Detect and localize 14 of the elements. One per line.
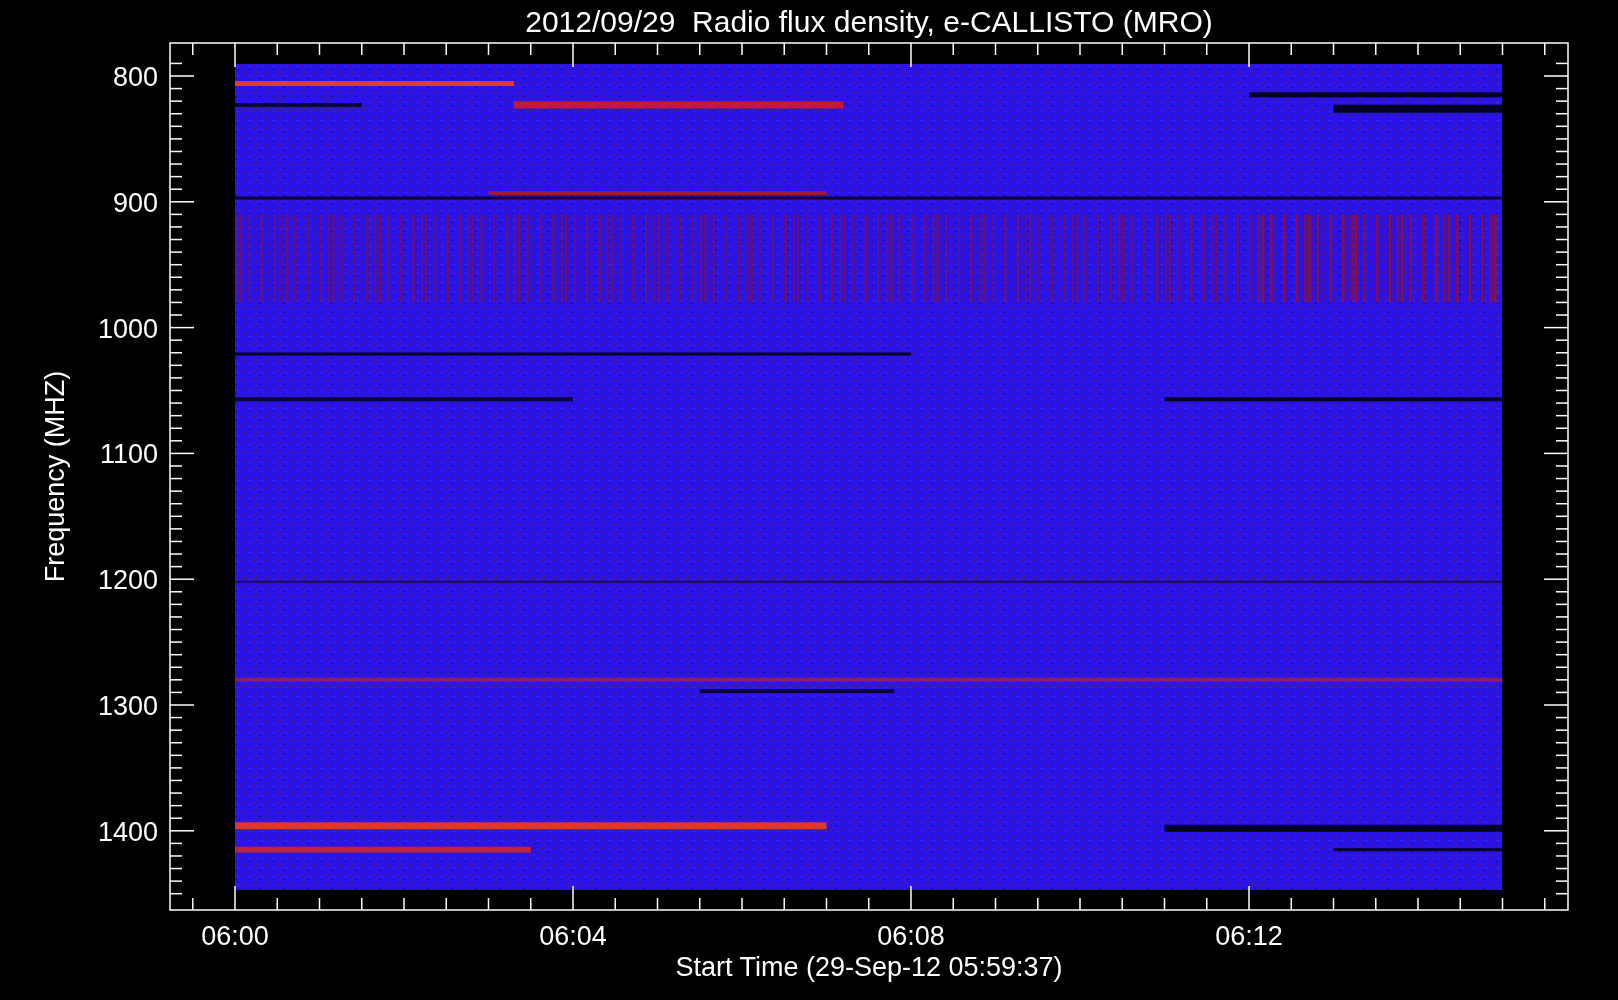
y-tick-label: 1200 xyxy=(97,565,158,596)
y-tick-label: 1400 xyxy=(97,816,158,847)
y-tick-label: 1300 xyxy=(97,691,158,721)
x-tick-label: 06:00 xyxy=(201,921,269,951)
y-tick-label: 1000 xyxy=(97,313,158,344)
y-axis-label: Frequency (MHZ) xyxy=(40,370,70,583)
x-tick-label: 06:04 xyxy=(539,921,607,951)
x-tick-label: 06:08 xyxy=(877,921,945,951)
y-tick-label: 900 xyxy=(112,187,158,218)
x-tick-label: 06:12 xyxy=(1215,921,1283,951)
y-tick-label: 800 xyxy=(112,62,158,92)
chart-title: 2012/09/29 Radio flux density, e-CALLISTO (MRO) xyxy=(525,5,1213,38)
y-tick-label: 1100 xyxy=(99,439,158,470)
x-axis-label: Start Time (29-Sep-12 05:59:37) xyxy=(675,952,1063,982)
